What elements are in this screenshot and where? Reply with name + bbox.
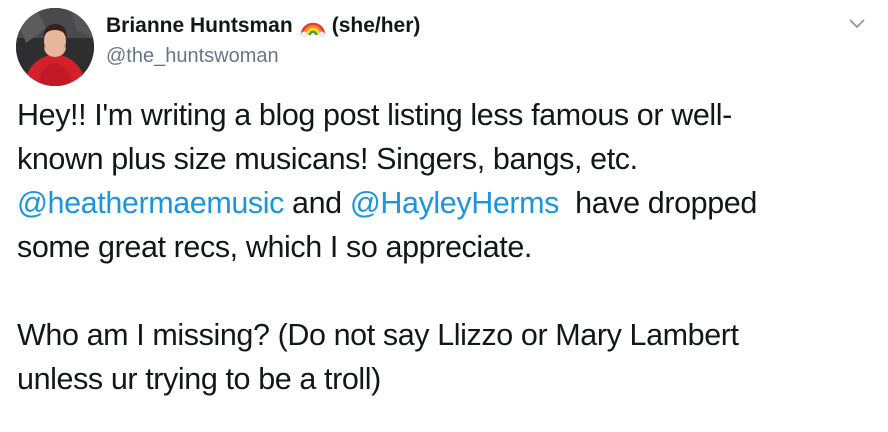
tweet-line: unless ur trying to be a troll) <box>17 362 381 396</box>
author-name-row[interactable]: Brianne Huntsman (she/her) <box>106 14 420 38</box>
mention-link[interactable]: @HayleyHerms <box>350 186 560 220</box>
tweet-line: Who am I missing? (Do not say Llizzo or … <box>17 318 739 352</box>
tweet-line: @heathermaemusic and @HayleyHerms have d… <box>17 181 867 225</box>
author-handle[interactable]: @the_huntswoman <box>106 45 279 68</box>
tweet-text: Hey!! I'm writing a blog post listing le… <box>17 93 867 401</box>
chevron-down-icon[interactable] <box>845 12 869 36</box>
tweet: Brianne Huntsman (she/her) @the_huntswom… <box>0 0 888 432</box>
tweet-text-fragment: have dropped <box>559 186 757 220</box>
tweet-line: some great recs, which I so appreciate. <box>17 230 533 264</box>
author-pronouns: (she/her) <box>331 14 421 37</box>
avatar[interactable] <box>16 8 94 86</box>
avatar-image <box>16 8 94 86</box>
tweet-line: known plus size musicans! Singers, bangs… <box>17 142 638 176</box>
tweet-text-fragment: and <box>283 186 350 220</box>
mention-link[interactable]: @heathermaemusic <box>17 186 284 220</box>
rainbow-emoji-icon <box>300 15 326 38</box>
author-display-name[interactable]: Brianne Huntsman <box>106 14 293 38</box>
tweet-line: Hey!! I'm writing a blog post listing le… <box>17 98 732 132</box>
